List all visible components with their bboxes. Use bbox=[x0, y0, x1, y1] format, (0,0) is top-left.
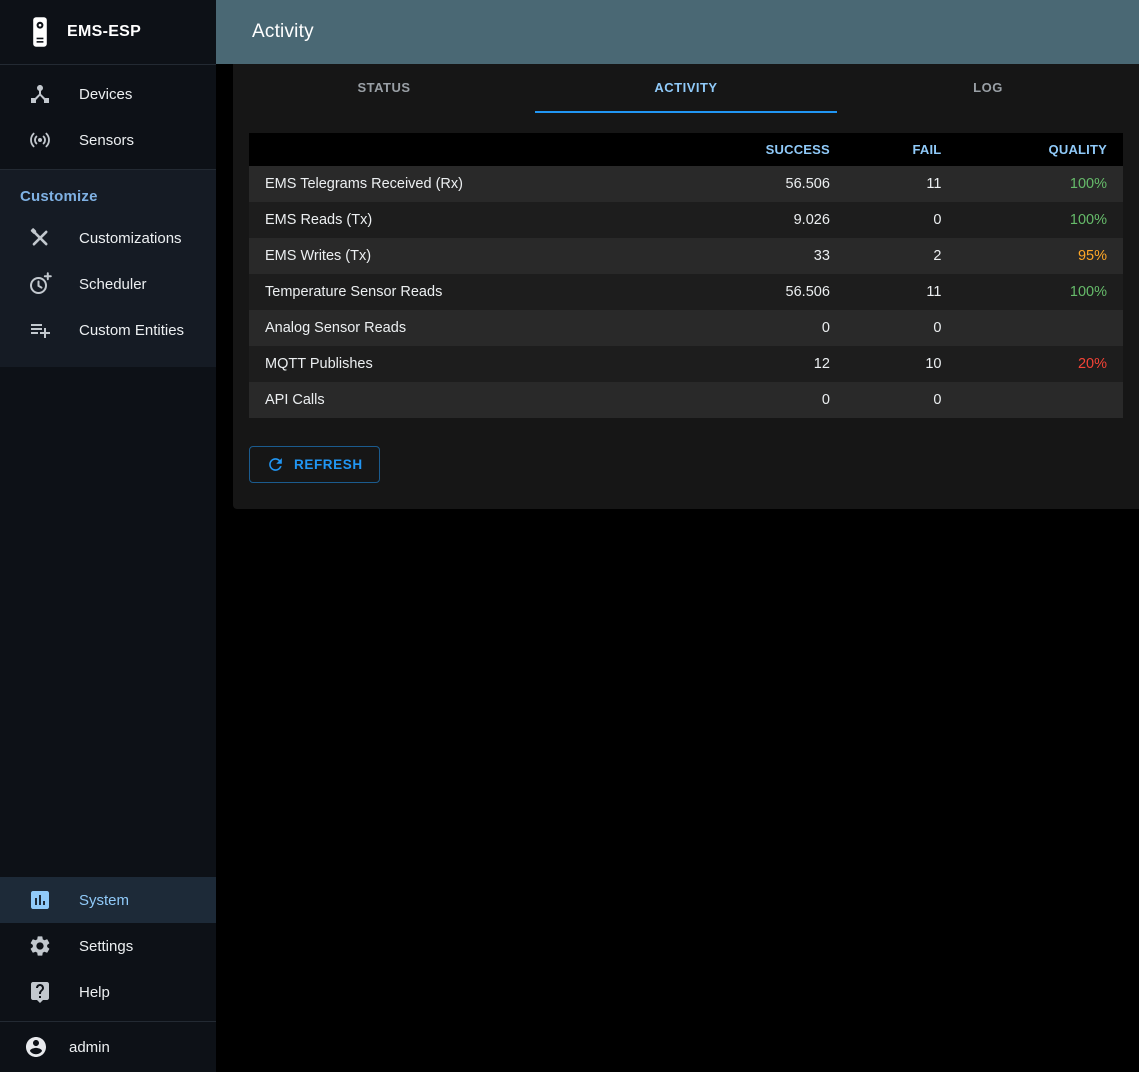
metric-fail: 11 bbox=[846, 166, 958, 202]
table-row: EMS Telegrams Received (Rx) 56.506 11 10… bbox=[249, 166, 1123, 202]
sidebar-header: EMS-ESP bbox=[0, 0, 216, 64]
tab-activity[interactable]: ACTIVITY bbox=[535, 64, 837, 113]
sidebar-user[interactable]: admin bbox=[0, 1022, 216, 1072]
metric-name: Temperature Sensor Reads bbox=[249, 274, 670, 310]
help-icon bbox=[28, 980, 52, 1004]
refresh-icon bbox=[266, 455, 285, 474]
sidebar-item-help[interactable]: Help bbox=[0, 969, 216, 1015]
sidebar-item-label: Help bbox=[79, 984, 110, 1001]
metric-success: 9.026 bbox=[670, 202, 846, 238]
appbar: Activity bbox=[216, 0, 1139, 64]
metric-name: Analog Sensor Reads bbox=[249, 310, 670, 346]
table-header-row: SUCCESS FAIL QUALITY bbox=[249, 133, 1123, 166]
table-row: Temperature Sensor Reads 56.506 11 100% bbox=[249, 274, 1123, 310]
metric-success: 0 bbox=[670, 382, 846, 418]
metric-name: EMS Reads (Tx) bbox=[249, 202, 670, 238]
sidebar-item-label: Custom Entities bbox=[79, 322, 184, 339]
sidebar-item-label: System bbox=[79, 892, 129, 909]
metric-fail: 0 bbox=[846, 382, 958, 418]
tab-status[interactable]: STATUS bbox=[233, 64, 535, 113]
metric-quality: 100% bbox=[957, 202, 1123, 238]
metric-fail: 0 bbox=[846, 202, 958, 238]
metric-fail: 0 bbox=[846, 310, 958, 346]
sidebar-main-nav: Devices Sensors bbox=[0, 65, 216, 169]
metric-quality bbox=[957, 310, 1123, 346]
metric-quality: 100% bbox=[957, 274, 1123, 310]
analytics-icon bbox=[28, 888, 52, 912]
refresh-button[interactable]: REFRESH bbox=[249, 446, 380, 483]
sidebar-item-label: Customizations bbox=[79, 230, 182, 247]
metric-success: 56.506 bbox=[670, 166, 846, 202]
metric-name: EMS Telegrams Received (Rx) bbox=[249, 166, 670, 202]
sidebar-spacer bbox=[0, 367, 216, 871]
sidebar-customize-section: Customize Customizations Scheduler Custo… bbox=[0, 170, 216, 367]
tab-log[interactable]: LOG bbox=[837, 64, 1139, 113]
column-header-success: SUCCESS bbox=[670, 133, 846, 166]
activity-card: STATUS ACTIVITY LOG SUCCESS FAIL QUALITY bbox=[233, 64, 1139, 509]
table-row: Analog Sensor Reads 0 0 bbox=[249, 310, 1123, 346]
user-name: admin bbox=[69, 1039, 110, 1056]
page-title: Activity bbox=[252, 21, 314, 43]
sensors-icon bbox=[28, 128, 52, 152]
metric-success: 0 bbox=[670, 310, 846, 346]
activity-table-wrapper: SUCCESS FAIL QUALITY EMS Telegrams Recei… bbox=[249, 133, 1123, 418]
playlist-add-icon bbox=[28, 318, 52, 342]
metric-success: 56.506 bbox=[670, 274, 846, 310]
ems-esp-logo-icon bbox=[26, 15, 54, 49]
metric-quality: 100% bbox=[957, 166, 1123, 202]
sidebar-item-scheduler[interactable]: Scheduler bbox=[0, 261, 216, 307]
column-header-name bbox=[249, 133, 670, 166]
metric-success: 12 bbox=[670, 346, 846, 382]
sidebar-item-devices[interactable]: Devices bbox=[0, 71, 216, 117]
metric-fail: 2 bbox=[846, 238, 958, 274]
metric-success: 33 bbox=[670, 238, 846, 274]
metric-name: API Calls bbox=[249, 382, 670, 418]
customize-section-header: Customize bbox=[0, 182, 216, 215]
sidebar-item-system[interactable]: System bbox=[0, 877, 216, 923]
sidebar-item-label: Scheduler bbox=[79, 276, 147, 293]
column-header-fail: FAIL bbox=[846, 133, 958, 166]
metric-name: EMS Writes (Tx) bbox=[249, 238, 670, 274]
sidebar-item-label: Settings bbox=[79, 938, 133, 955]
sidebar-item-customizations[interactable]: Customizations bbox=[0, 215, 216, 261]
table-row: EMS Writes (Tx) 33 2 95% bbox=[249, 238, 1123, 274]
metric-quality: 20% bbox=[957, 346, 1123, 382]
metric-quality: 95% bbox=[957, 238, 1123, 274]
sidebar-item-custom-entities[interactable]: Custom Entities bbox=[0, 307, 216, 353]
metric-name: MQTT Publishes bbox=[249, 346, 670, 382]
sidebar-item-sensors[interactable]: Sensors bbox=[0, 117, 216, 163]
tab-bar: STATUS ACTIVITY LOG bbox=[233, 64, 1139, 113]
main-area: Activity STATUS ACTIVITY LOG SUCCESS FAI… bbox=[216, 0, 1139, 1072]
activity-table: SUCCESS FAIL QUALITY EMS Telegrams Recei… bbox=[249, 133, 1123, 418]
clock-plus-icon bbox=[28, 272, 52, 296]
column-header-quality: QUALITY bbox=[957, 133, 1123, 166]
app-root: EMS-ESP Devices Sensors Customize bbox=[0, 0, 1139, 1072]
metric-quality bbox=[957, 382, 1123, 418]
metric-fail: 10 bbox=[846, 346, 958, 382]
app-title: EMS-ESP bbox=[67, 23, 141, 41]
refresh-button-label: REFRESH bbox=[294, 457, 363, 472]
device-hub-icon bbox=[28, 82, 52, 106]
sidebar-item-label: Devices bbox=[79, 86, 132, 103]
table-row: EMS Reads (Tx) 9.026 0 100% bbox=[249, 202, 1123, 238]
gear-icon bbox=[28, 934, 52, 958]
sidebar-item-settings[interactable]: Settings bbox=[0, 923, 216, 969]
account-circle-icon bbox=[24, 1035, 48, 1059]
sidebar-item-label: Sensors bbox=[79, 132, 134, 149]
sidebar-bottom-nav: System Settings Help bbox=[0, 871, 216, 1021]
tools-icon bbox=[28, 226, 52, 250]
table-row: MQTT Publishes 12 10 20% bbox=[249, 346, 1123, 382]
sidebar: EMS-ESP Devices Sensors Customize bbox=[0, 0, 216, 1072]
metric-fail: 11 bbox=[846, 274, 958, 310]
table-row: API Calls 0 0 bbox=[249, 382, 1123, 418]
